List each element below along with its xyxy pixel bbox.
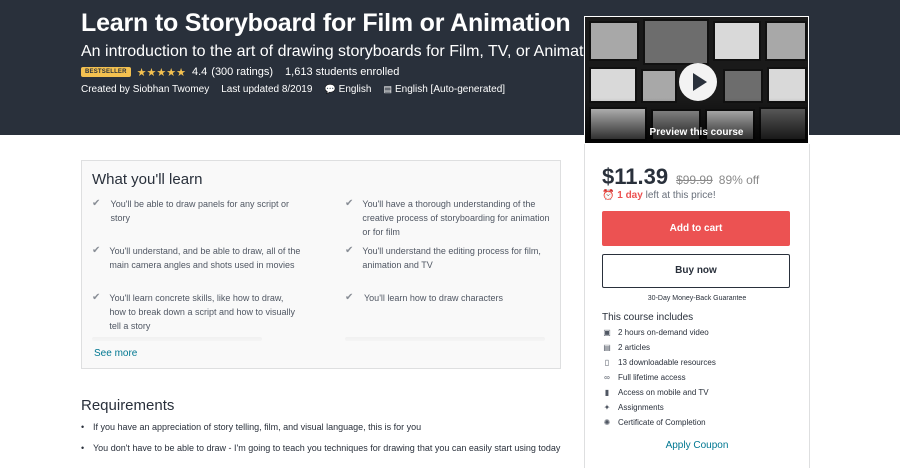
learn-item: ✔ You'll learn how to draw characters [345,291,555,305]
checkmark-icon: ✔ [92,292,101,303]
course-language: English [338,83,372,95]
storyboard-panel [713,21,761,61]
bullet-icon: • [81,443,85,453]
assignment-icon: ✦ [603,403,611,412]
includes-item: ∞ Full lifetime access [602,370,716,385]
checkmark-icon: ✔ [345,198,354,209]
checkmark-icon: ✔ [92,198,101,209]
rating-row: BESTSELLER ★★★★★ 4.4 (300 ratings) 1,613… [81,65,399,79]
includes-item: ▮ Access on mobile and TV [602,385,716,400]
includes-item-label: 2 articles [618,343,651,352]
storyboard-panel [765,21,807,61]
requirement-item: • You don't have to be able to draw - I'… [81,441,561,455]
checkmark-icon: ✔ [345,245,354,256]
add-to-cart-button[interactable]: Add to cart [602,211,790,246]
includes-item-label: 13 downloadable resources [618,358,716,367]
storyboard-panel [643,19,709,65]
buy-now-button[interactable]: Buy now [602,254,790,288]
what-youll-learn-box: What you'll learn ✔ You'll be able to dr… [81,160,561,369]
original-price: $99.99 [676,173,713,187]
timer-days: 1 day [617,190,643,201]
course-captions: English [Auto-generated] [394,83,506,95]
price-timer: ⏰ 1 day left at this price! [602,190,716,201]
checkmark-icon: ✔ [345,292,354,303]
learn-item: ✔ You'll have a thorough understanding o… [345,197,555,239]
learn-item: ✔ You'll understand, and be able to draw… [92,244,302,272]
apply-coupon-link[interactable]: Apply Coupon [585,440,809,451]
timer-text: left at this price! [645,190,716,201]
money-back-guarantee: 30-Day Money-Back Guarantee [647,295,747,302]
ratings-count-link[interactable]: (300 ratings) [211,66,273,78]
includes-item-label: 2 hours on-demand video [618,328,709,337]
course-subtitle: An introduction to the art of drawing st… [81,43,605,60]
includes-title: This course includes [602,312,694,323]
includes-item-label: Certificate of Completion [618,418,706,427]
enrolled-count: 1,613 students enrolled [285,66,400,78]
fade-overlay [82,331,560,345]
includes-item-label: Full lifetime access [618,373,686,382]
requirement-text: If you have an appreciation of story tel… [93,422,422,432]
purchase-sidebar: $11.39 $99.99 89% off ⏰ 1 day left at th… [584,144,810,468]
learn-item-text: You'll have a thorough understanding of … [362,199,550,237]
learn-item-text: You'll be able to draw panels for any sc… [110,199,290,223]
learn-item-text: You'll learn how to draw characters [364,293,503,303]
learn-title: What you'll learn [92,171,203,188]
storyboard-panel [589,21,639,61]
includes-list: ▣ 2 hours on-demand video ▤ 2 articles ▯ 13… [602,325,716,430]
includes-item: ✦ Assignments [602,400,716,415]
includes-item: ✺ Certificate of Completion [602,415,716,430]
bestseller-badge: BESTSELLER [81,67,131,77]
includes-item: ▯ 13 downloadable resources [602,355,716,370]
video-icon: ▣ [603,328,611,337]
preview-label[interactable]: Preview this course [585,127,808,138]
learn-item: ✔ You'll learn concrete skills, like how… [92,291,302,333]
mobile-icon: ▮ [604,388,610,397]
course-meta-row: Created by Siobhan Twomey Last updated 8… [81,82,505,96]
see-more-link[interactable]: See more [94,348,137,359]
learn-item-text: You'll understand, and be able to draw, … [109,246,301,270]
last-updated: Last updated 8/2019 [221,83,313,95]
requirements-list: • If you have an appreciation of story t… [81,420,561,462]
captions-icon: ▤ [383,83,392,94]
learn-item: ✔ You'll be able to draw panels for any … [92,197,302,225]
price-row: $11.39 $99.99 89% off [602,164,759,190]
play-icon[interactable] [679,63,717,101]
course-title: Learn to Storyboard for Film or Animatio… [81,9,571,37]
star-rating-icon: ★★★★★ [136,66,186,79]
speech-bubble-icon: 💬 [324,83,336,94]
rating-value: 4.4 [191,66,208,78]
bullet-icon: • [81,422,85,432]
file-icon: ▯ [604,358,610,367]
requirement-text: You don't have to be able to draw - I'm … [93,443,561,453]
includes-item: ▣ 2 hours on-demand video [602,325,716,340]
alarm-clock-icon: ⏰ [602,190,615,201]
course-preview-video[interactable]: Preview this course [584,16,809,144]
includes-item: ▤ 2 articles [602,340,716,355]
learn-item-text: You'll learn concrete skills, like how t… [109,293,295,331]
requirement-item: • If you have an appreciation of story t… [81,420,561,434]
learn-item-text: You'll understand the editing process fo… [362,246,541,270]
article-icon: ▤ [603,343,611,352]
infinity-icon: ∞ [604,373,610,382]
requirements-title: Requirements [81,397,175,414]
learn-item: ✔ You'll understand the editing process … [345,244,555,272]
discount-percent: 89% off [718,173,760,187]
checkmark-icon: ✔ [92,245,101,256]
includes-item-label: Access on mobile and TV [618,388,709,397]
current-price: $11.39 [602,164,669,189]
includes-item-label: Assignments [618,403,664,412]
certificate-icon: ✺ [603,418,611,427]
instructor-link[interactable]: Created by Siobhan Twomey [81,84,209,95]
